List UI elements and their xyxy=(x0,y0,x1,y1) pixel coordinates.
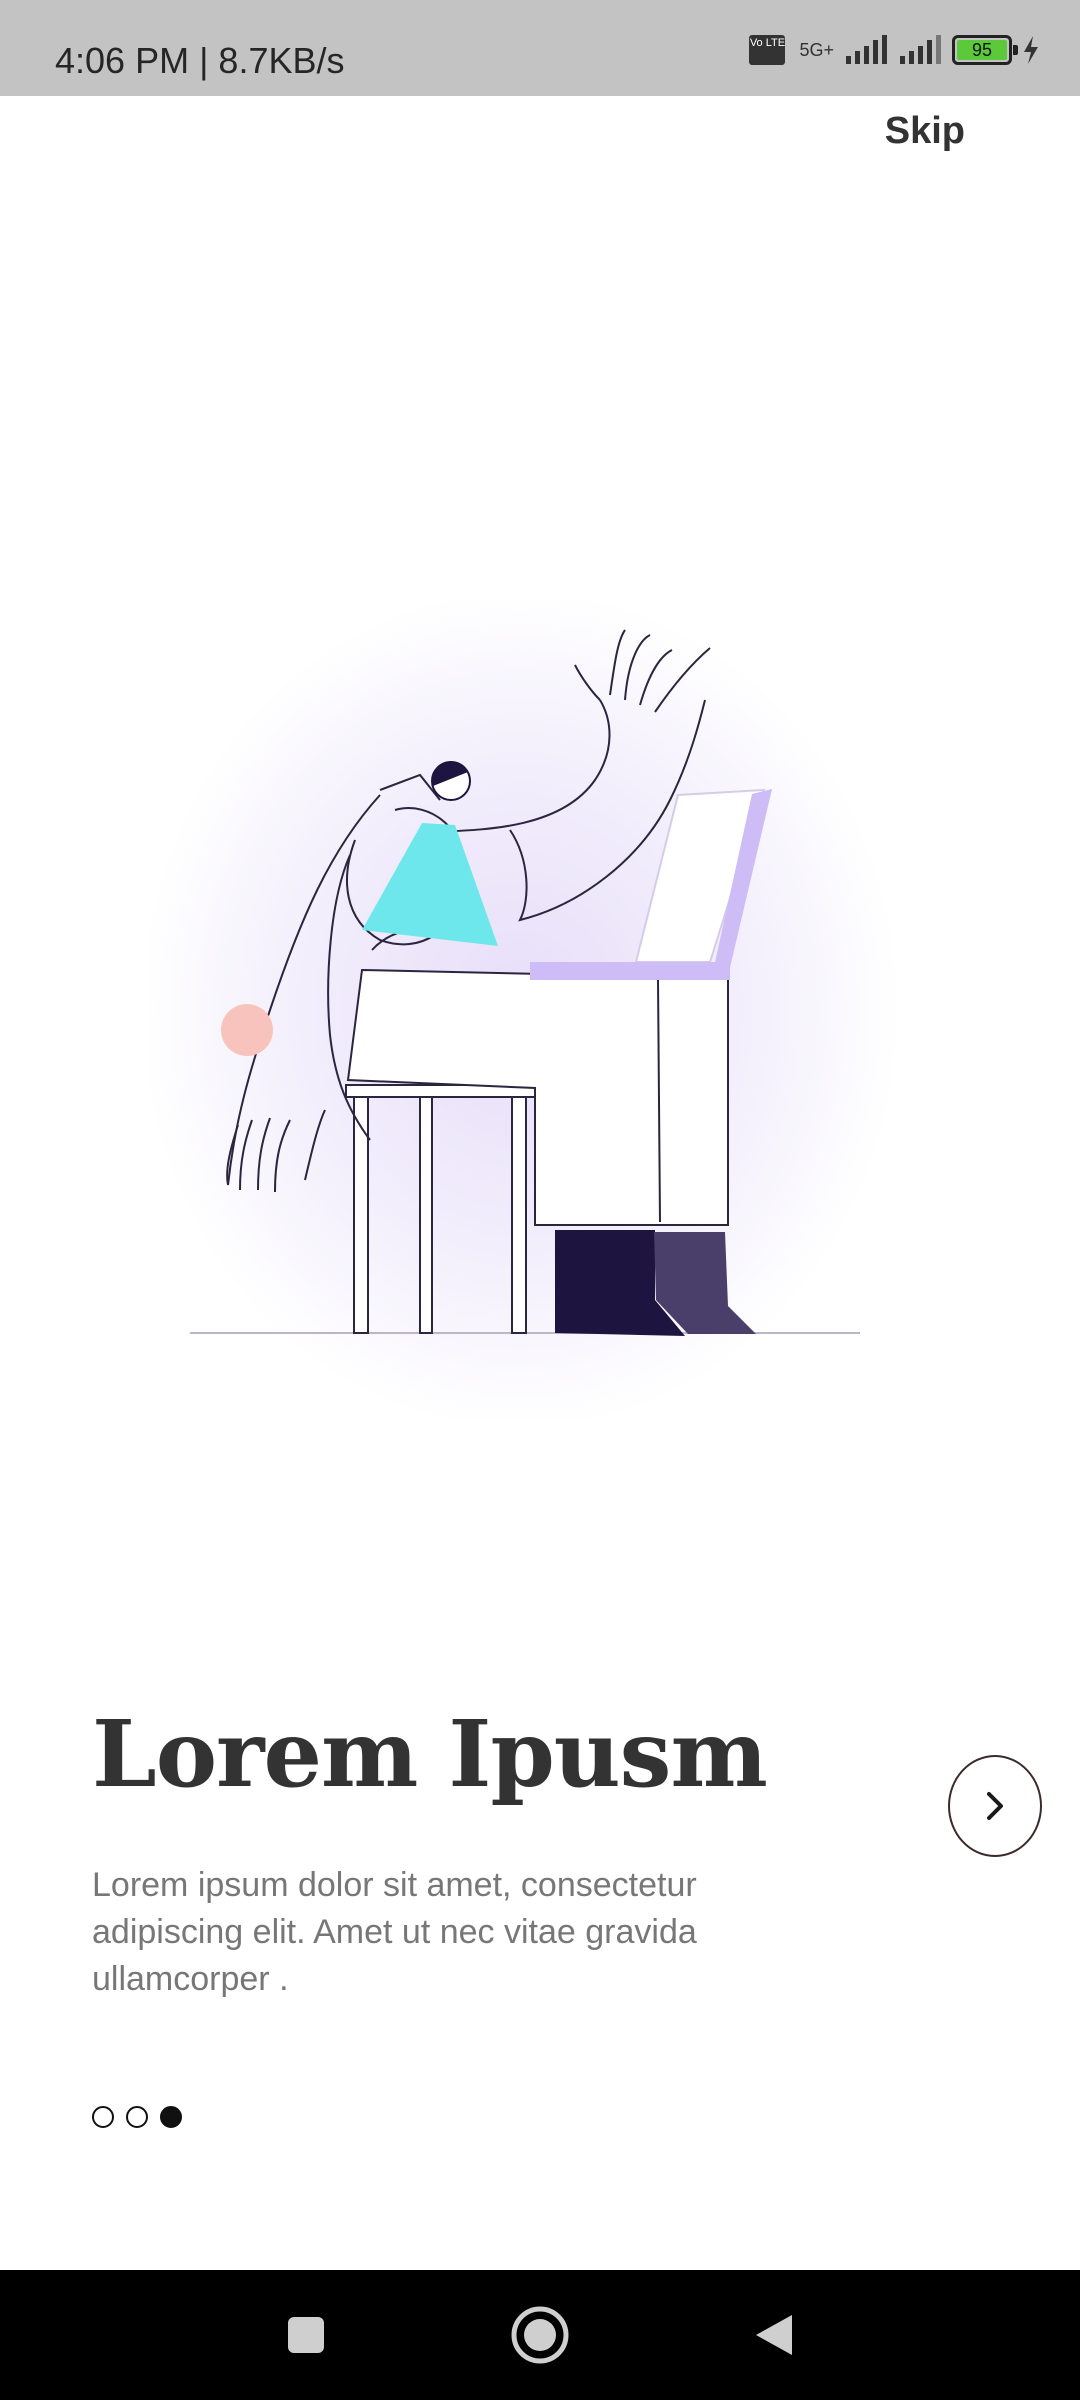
recents-button[interactable] xyxy=(246,2270,366,2400)
back-triangle-icon xyxy=(756,2315,792,2355)
page-dot-1[interactable] xyxy=(92,2106,114,2128)
page-dot-3-active[interactable] xyxy=(160,2106,182,2128)
onboarding-title: Lorem Ipusm xyxy=(92,1700,768,1808)
status-time: 4:06 PM | 8.7KB/s xyxy=(55,40,345,81)
waving-person-illustration xyxy=(150,600,900,1420)
status-icons: Vo LTE 5G+ 95 xyxy=(749,30,1040,70)
back-button[interactable] xyxy=(714,2270,834,2400)
signal-icon xyxy=(846,35,887,64)
onboarding-description: Lorem ipsum dolor sit amet, consectetur … xyxy=(92,1866,697,1998)
charging-icon xyxy=(1024,36,1038,64)
navigation-bar xyxy=(0,2270,1080,2400)
signal-icon xyxy=(900,35,941,64)
network-type-label: 5G+ xyxy=(799,39,834,60)
home-circle-icon xyxy=(511,2306,569,2364)
home-button[interactable] xyxy=(480,2270,600,2400)
battery-icon: 95 xyxy=(952,35,1018,65)
next-button[interactable] xyxy=(948,1755,1042,1857)
recents-square-icon xyxy=(288,2317,324,2353)
page-dot-2[interactable] xyxy=(126,2106,148,2128)
accent-dot xyxy=(221,1004,273,1056)
status-bar: 4:06 PM | 8.7KB/s Vo LTE 5G+ 95 xyxy=(0,0,1080,96)
laptop-base xyxy=(530,962,730,980)
chevron-right-icon xyxy=(987,1792,1003,1820)
battery-level: 95 xyxy=(957,40,1007,60)
page-indicator xyxy=(92,2106,182,2128)
skip-button[interactable]: Skip xyxy=(885,110,965,153)
volte-icon: Vo LTE xyxy=(749,35,786,65)
